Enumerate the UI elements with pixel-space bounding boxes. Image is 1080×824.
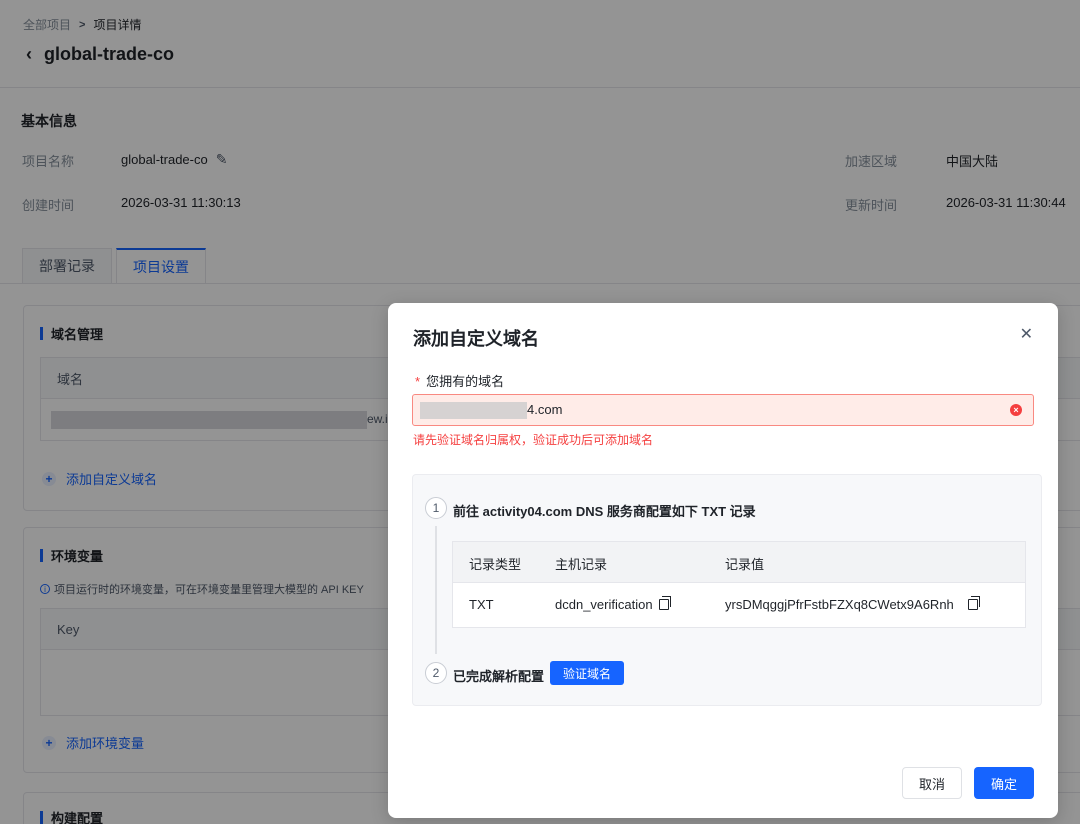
copy-host-icon[interactable] — [658, 596, 671, 610]
clear-error-icon[interactable]: × — [1010, 404, 1022, 416]
domain-error-message: 请先验证域名归属权，验证成功后可添加域名 — [413, 433, 654, 447]
step-2-text: 已完成解析配置 — [453, 669, 545, 684]
verify-domain-button[interactable]: 验证域名 — [550, 661, 624, 685]
dns-value-header: 记录值 — [725, 557, 765, 572]
step-1-number: 1 — [425, 497, 447, 519]
domain-input[interactable]: 4.com × — [412, 394, 1034, 426]
domain-input-value: 4.com — [527, 402, 563, 417]
domain-field-label: * 您拥有的域名 — [415, 371, 504, 390]
confirm-button[interactable]: 确定 — [974, 767, 1034, 799]
cancel-button[interactable]: 取消 — [902, 767, 962, 799]
dns-record-table: 记录类型 主机记录 记录值 TXT dcdn_verification yrsD… — [452, 541, 1026, 628]
step-connector-line — [435, 526, 437, 654]
domain-field-label-text: 您拥有的域名 — [426, 374, 505, 389]
dns-value-text: yrsDMqggjPfrFstbFZXq8CWetx9A6Rnh — [725, 597, 954, 612]
dns-host-text: dcdn_verification — [555, 597, 653, 612]
dns-host-cell: dcdn_verification — [555, 596, 671, 612]
step-2-number: 2 — [425, 662, 447, 684]
add-custom-domain-modal: 添加自定义域名 ✕ * 您拥有的域名 4.com × 请先验证域名归属权，验证成功… — [388, 303, 1058, 818]
dns-type-cell: TXT — [469, 597, 494, 612]
required-mark: * — [415, 374, 421, 389]
dns-value-cell: yrsDMqggjPfrFstbFZXq8CWetx9A6Rnh — [725, 596, 980, 612]
verification-steps-panel: 1 前往 activity04.com DNS 服务商配置如下 TXT 记录 记… — [412, 474, 1042, 706]
dns-host-header: 主机记录 — [555, 557, 608, 572]
close-icon[interactable]: ✕ — [1020, 324, 1033, 344]
step-1-text: 前往 activity04.com DNS 服务商配置如下 TXT 记录 — [453, 504, 756, 519]
dns-table-header: 记录类型 主机记录 记录值 — [453, 542, 1025, 583]
dns-type-header: 记录类型 — [469, 557, 522, 572]
modal-title: 添加自定义域名 — [413, 329, 539, 349]
masked-domain-prefix — [420, 402, 527, 419]
copy-value-icon[interactable] — [967, 596, 980, 610]
